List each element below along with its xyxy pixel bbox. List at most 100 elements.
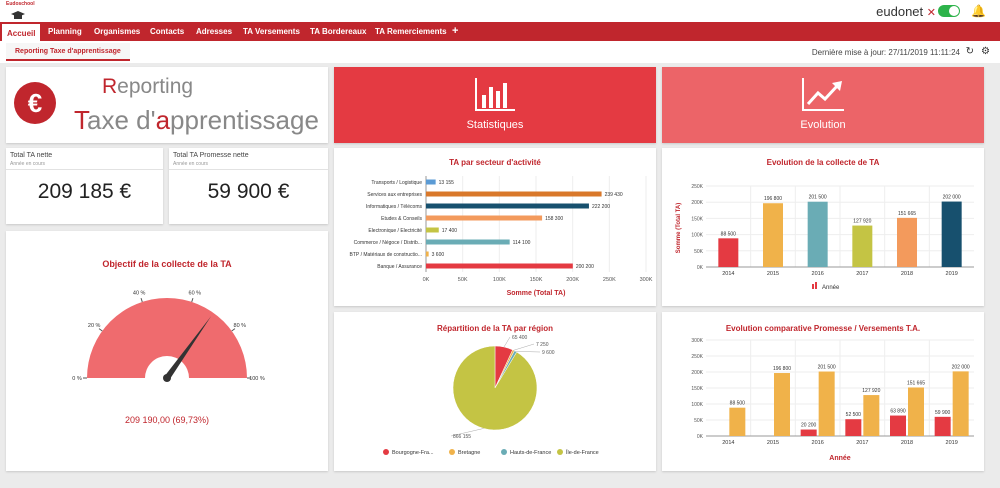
y-tick-label: 150K [691, 386, 703, 392]
data-label: 88 500 [730, 401, 746, 407]
bar [941, 201, 962, 267]
statistics-label: Statistiques [466, 119, 524, 131]
nav-item-ta-remerciements[interactable]: TA Remerciements [375, 22, 447, 41]
sector-bar-chart: 0K 50K 100K 150K 200K 250K 300K Transports / Lo… [350, 176, 653, 297]
comparative-bar-chart: 0K 50K 100K 150K 200K 250K 300K 2014 88 500 2015 1… [691, 338, 974, 462]
x-tick-label: 250K [603, 277, 616, 283]
gauge-card: Objectif de la collecte de la TA 0 % 20 %… [6, 231, 328, 471]
tab-reporting[interactable]: Reporting Taxe d'apprentissage [6, 43, 130, 61]
main-nav: Accueil Planning Organismes Contacts Adr… [0, 22, 1000, 41]
x-tick-label: 150K [530, 277, 543, 283]
data-label: 222 200 [592, 204, 610, 210]
category-label: BTP / Matériaux de constructio... [350, 252, 422, 258]
statistics-tile[interactable]: Statistiques [334, 67, 656, 143]
nav-item-ta-versements[interactable]: TA Versements [243, 22, 300, 41]
legend-label: Bretagne [458, 450, 480, 456]
category-label: Electronique / Electricité [368, 228, 422, 234]
region-pie-chart: 65 400 7 250 9 600 866 155 Bourgogne-Fra... B… [383, 335, 599, 456]
top-bar: Eudoschool eudonet ✕ 🔔 [0, 0, 1000, 22]
brand-name: eudonet ✕ [876, 4, 936, 19]
legend-label: Hauts-de-France [510, 450, 551, 456]
nav-item-contacts[interactable]: Contacts [150, 22, 184, 41]
data-label: 151 665 [898, 211, 916, 217]
bar [426, 215, 543, 221]
leader-line [515, 351, 541, 353]
bar [774, 373, 790, 436]
nav-item-organismes[interactable]: Organismes [94, 22, 140, 41]
y-tick-label: 200K [691, 200, 703, 206]
kpi-value: 209 185 € [37, 180, 132, 203]
x-tick-label: 2014 [722, 440, 734, 446]
y-tick-label: 50K [694, 418, 704, 424]
header-card: € Reporting Taxe d'apprentissage [6, 67, 328, 143]
bar-chart-icon [475, 78, 515, 111]
legend-swatch [449, 449, 455, 455]
bar [897, 217, 917, 267]
category-label: Commerce / Négoce / Distrib... [354, 240, 422, 246]
evolution-tile[interactable]: Evolution [662, 67, 984, 143]
data-label: 114 100 [513, 240, 531, 246]
x-tick-label: 100K [493, 277, 506, 283]
legend-label: Année [822, 285, 840, 291]
sub-bar: Reporting Taxe d'apprentissage Dernière … [0, 41, 1000, 63]
evolution-label: Evolution [800, 119, 846, 131]
y-tick-label: 0K [697, 434, 704, 440]
x-tick-label: 2016 [812, 271, 824, 277]
refresh-icon[interactable]: ↻ [966, 46, 974, 57]
pie-slice [452, 345, 538, 431]
gauge-tick [191, 297, 194, 303]
x-tick-label: 2016 [812, 440, 824, 446]
x-tick-label: 0K [423, 277, 430, 283]
app-logo[interactable]: Eudoschool [6, 1, 36, 21]
sector-chart-card: TA par secteur d'activité 0K 50K 100K 150K 2… [334, 148, 656, 306]
gear-icon[interactable]: ⚙ [981, 46, 990, 57]
bar [890, 415, 906, 436]
gauge-tick-label: 40 % [133, 290, 146, 296]
bar [426, 203, 589, 209]
gauge-tick-label: 20 % [88, 323, 101, 329]
legend-swatch [815, 282, 817, 289]
bell-icon[interactable]: 🔔 [971, 4, 986, 18]
data-label: 63 890 [890, 409, 906, 415]
data-label: 3 600 [432, 252, 445, 258]
kpi-label: Total TA nette [10, 152, 53, 159]
last-update: Dernière mise à jour: 27/11/2019 11:11:2… [811, 48, 960, 57]
nav-item-accueil[interactable]: Accueil [2, 22, 41, 41]
nav-item-adresses[interactable]: Adresses [196, 22, 232, 41]
mode-toggle[interactable] [938, 5, 960, 17]
data-label: 127 920 [862, 388, 880, 394]
y-tick-label: 200K [691, 370, 703, 376]
x-axis-title: Année [829, 455, 851, 462]
x-tick-label: 200K [566, 277, 579, 283]
nav-add-button[interactable]: + [452, 22, 458, 41]
bar [426, 191, 602, 197]
data-label: 151 665 [907, 380, 925, 386]
gauge-title: Objectif de la collecte de la TA [102, 259, 232, 269]
y-tick-label: 50K [694, 249, 704, 255]
category-label: Transports / Logistique [371, 180, 422, 186]
data-label: 20 200 [801, 423, 817, 429]
bar [426, 263, 573, 269]
gauge-tick-label: 100 % [249, 376, 265, 382]
gauge-tick-label: 0 % [72, 376, 82, 382]
nav-item-planning[interactable]: Planning [48, 22, 82, 41]
evolution-chart-card: Evolution de la collecte de TA 0K 50K 100K… [662, 148, 984, 306]
brand-mark: ✕ [926, 7, 936, 19]
x-tick-label: 2018 [901, 271, 913, 277]
y-tick-label: 100K [691, 233, 703, 239]
nav-item-ta-bordereaux[interactable]: TA Bordereaux [310, 22, 366, 41]
legend-label: Bourgogne-Fra... [392, 450, 434, 456]
trend-up-icon [802, 78, 844, 111]
kpi-label: Total TA Promesse nette [173, 152, 249, 159]
bar [818, 371, 835, 436]
x-tick-label: 50K [458, 277, 468, 283]
bar [718, 238, 739, 267]
data-label: 52 500 [846, 412, 862, 418]
y-tick-label: 250K [691, 354, 703, 360]
data-label: 239 430 [605, 192, 623, 198]
x-tick-label: 2017 [856, 271, 868, 277]
gauge-tick [140, 297, 143, 303]
bar [729, 407, 746, 436]
x-tick-label: 2015 [767, 440, 779, 446]
data-label: 7 250 [536, 342, 549, 348]
